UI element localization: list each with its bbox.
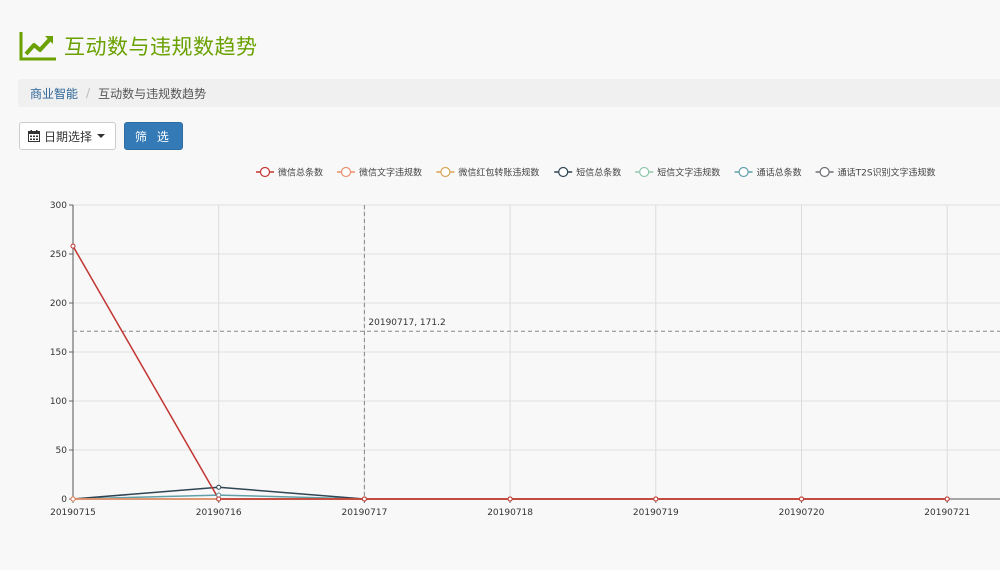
x-tick-label-1: 20190716	[196, 508, 242, 518]
series-0-point-0	[70, 243, 76, 249]
calendar-icon	[28, 130, 40, 142]
legend-marker-1	[340, 166, 352, 178]
legend-marker-4	[639, 166, 650, 178]
x-tick-label-6: 20190721	[924, 508, 970, 518]
filter-button[interactable]: 筛 选	[124, 122, 183, 150]
series-5-point-1	[216, 492, 222, 498]
legend-label-5: 通话总条数	[757, 167, 802, 179]
page-title-text: 互动数与违规数趋势	[64, 35, 258, 59]
y-tick-label-3: 150	[50, 348, 67, 358]
legend-label-3: 短信总条数	[576, 167, 621, 179]
breadcrumb-home-link[interactable]: 商业智能	[30, 85, 78, 102]
y-tick-label-1: 50	[56, 446, 68, 456]
crosshair-label: 20190717, 171.2	[368, 318, 445, 328]
legend-label-1: 微信文字违规数	[359, 167, 422, 179]
x-tick-label-4: 20190719	[633, 508, 679, 518]
y-tick-label-2: 100	[50, 397, 67, 407]
x-tick-label-0: 20190715	[50, 508, 96, 518]
series-1-point-0	[70, 496, 76, 502]
legend-label-4: 短信文字违规数	[657, 167, 720, 179]
caret-down-icon	[97, 134, 106, 138]
series-0-point-4	[653, 496, 659, 502]
page-title: 互动数与违规数趋势	[18, 28, 258, 64]
legend-marker-0	[259, 166, 271, 178]
date-select-label: 日期选择	[44, 129, 93, 144]
breadcrumb-current: 互动数与违规数趋势	[98, 86, 207, 101]
trend-chart-icon	[19, 32, 56, 61]
x-tick-label-2: 20190717	[341, 508, 387, 518]
legend-marker-5	[738, 166, 749, 178]
y-tick-label-6: 300	[50, 201, 67, 211]
toolbar: 日期选择 筛 选	[19, 122, 183, 150]
x-tick-label-5: 20190720	[779, 508, 825, 518]
legend-marker-3	[558, 166, 569, 178]
series-3-point-1	[216, 484, 222, 490]
y-tick-label-0: 0	[61, 495, 67, 505]
series-0-point-5	[799, 496, 804, 502]
legend-label-6: 通话T2S识别文字违规数	[838, 167, 936, 179]
trend-line-chart: 微信总条数 微信文字违规数 微信红包转账违规数 短信总条数 短信文字违规数 通话总条数 通话…	[50, 166, 1000, 518]
breadcrumb-separator: /	[86, 86, 91, 100]
series-0-point-1	[216, 496, 222, 502]
legend-marker-6	[819, 166, 830, 178]
y-tick-label-5: 250	[50, 250, 67, 260]
legend-label-0: 微信总条数	[278, 167, 323, 179]
series-0-point-3	[507, 496, 513, 502]
series-0-point-2	[361, 496, 367, 502]
x-tick-label-3: 20190718	[487, 508, 533, 518]
legend-label-2: 微信红包转账违规数	[458, 167, 539, 179]
breadcrumb: 商业智能 / 互动数与违规数趋势	[18, 79, 1000, 107]
series-0-point-6	[944, 496, 950, 502]
date-select-button[interactable]: 日期选择	[19, 122, 117, 150]
legend-marker-2	[440, 166, 451, 178]
y-tick-label-4: 200	[50, 299, 67, 309]
